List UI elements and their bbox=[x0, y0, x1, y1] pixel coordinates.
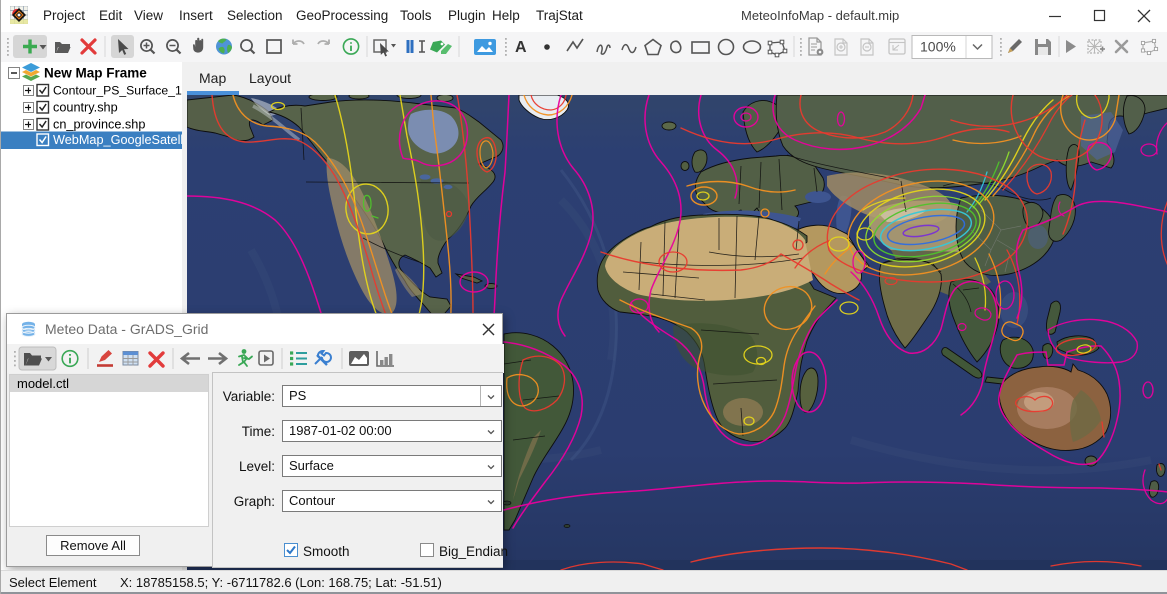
svg-text:100%: 100% bbox=[920, 39, 956, 55]
svg-text:country.shp: country.shp bbox=[53, 101, 118, 115]
svg-text:cn_province.shp: cn_province.shp bbox=[53, 118, 145, 132]
svg-text:New Map Frame: New Map Frame bbox=[44, 66, 147, 81]
svg-text:A: A bbox=[515, 39, 527, 56]
svg-text:WebMap_GoogleSatell: WebMap_GoogleSatell bbox=[53, 133, 182, 147]
svg-text:Contour_PS_Surface_19: Contour_PS_Surface_19 bbox=[53, 84, 182, 98]
